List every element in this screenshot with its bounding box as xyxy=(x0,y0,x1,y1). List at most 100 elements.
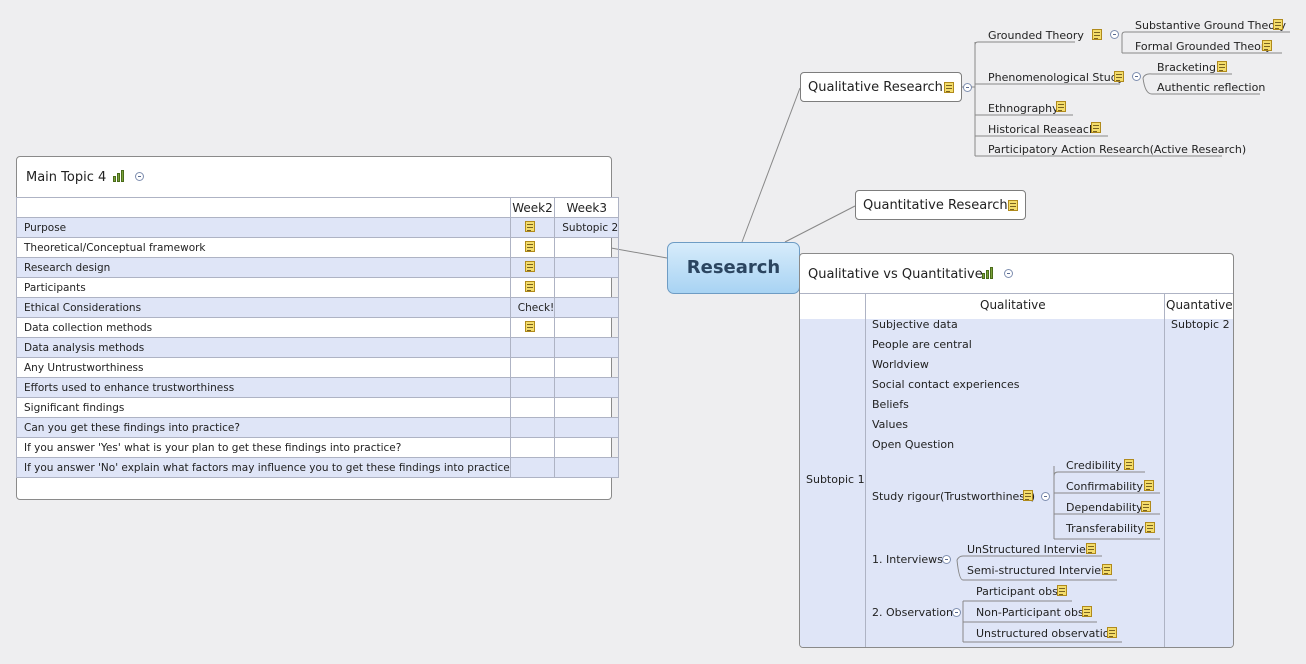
topic-qualitative-research[interactable]: Qualitative Research xyxy=(800,72,962,102)
note-icon[interactable] xyxy=(1092,29,1102,40)
branch-phenomenological-study[interactable]: Phenomenological Study xyxy=(988,71,1124,84)
row-label: Data collection methods xyxy=(16,317,511,338)
week3-cell[interactable] xyxy=(554,457,620,478)
chart-icon[interactable] xyxy=(982,267,996,279)
week3-cell[interactable] xyxy=(554,297,620,318)
branch-participatory-action-research[interactable]: Participatory Action Research(Active Res… xyxy=(988,143,1246,156)
branch-grounded-theory[interactable]: Grounded Theory xyxy=(988,29,1084,42)
week2-cell[interactable] xyxy=(509,457,556,478)
collapse-icon[interactable] xyxy=(963,83,972,92)
week2-cell[interactable] xyxy=(509,277,556,298)
rigour-confirmability[interactable]: Confirmability xyxy=(1066,480,1143,493)
observation-non-participant[interactable]: Non-Participant obs xyxy=(976,606,1084,619)
week2-cell[interactable]: Check! xyxy=(509,297,568,318)
note-icon[interactable] xyxy=(524,261,535,272)
week3-cell[interactable] xyxy=(554,397,620,418)
table-row[interactable]: Purpose Subtopic 2 xyxy=(16,217,620,238)
note-icon[interactable] xyxy=(1023,490,1033,501)
week2-cell[interactable] xyxy=(509,217,556,238)
week3-cell[interactable] xyxy=(554,417,620,438)
week2-cell[interactable] xyxy=(509,417,556,438)
note-icon[interactable] xyxy=(1124,459,1134,470)
table-row[interactable]: Theoretical/Conceptual framework xyxy=(16,237,620,258)
observation-participant[interactable]: Participant obs xyxy=(976,585,1058,598)
collapse-icon[interactable] xyxy=(135,172,144,181)
table-row[interactable]: Any Untrustworthiness xyxy=(16,357,620,378)
interview-unstructured[interactable]: UnStructured Interview xyxy=(967,543,1095,556)
note-icon[interactable] xyxy=(1141,501,1151,512)
note-icon[interactable] xyxy=(1145,522,1155,533)
week3-cell[interactable] xyxy=(554,277,620,298)
collapse-icon[interactable] xyxy=(1041,492,1050,501)
week2-cell[interactable] xyxy=(509,377,556,398)
row-label: Ethical Considerations xyxy=(16,297,511,318)
note-icon[interactable] xyxy=(1217,61,1227,72)
note-icon[interactable] xyxy=(1114,71,1124,82)
rigour-label[interactable]: Study rigour(Trustworthiness) xyxy=(872,490,1035,503)
note-icon[interactable] xyxy=(1082,606,1092,617)
note-icon[interactable] xyxy=(1091,122,1101,133)
observation-unstructured[interactable]: Unstructured observation xyxy=(976,627,1116,640)
table-row[interactable]: If you answer 'No' explain what factors … xyxy=(16,457,620,478)
note-icon[interactable] xyxy=(1107,627,1117,638)
note-icon[interactable] xyxy=(524,281,535,292)
rigour-transferability[interactable]: Transferability xyxy=(1066,522,1144,535)
note-icon[interactable] xyxy=(1008,200,1018,211)
week3-cell[interactable] xyxy=(554,437,620,458)
chart-icon[interactable] xyxy=(113,170,127,182)
row-label: Participants xyxy=(16,277,511,298)
branch-substantive-ground-theory[interactable]: Substantive Ground Theory xyxy=(1135,19,1286,32)
note-icon[interactable] xyxy=(1086,543,1096,554)
collapse-icon[interactable] xyxy=(1004,269,1013,278)
collapse-icon[interactable] xyxy=(1110,30,1119,39)
note-icon[interactable] xyxy=(1102,564,1112,575)
week3-cell[interactable] xyxy=(554,237,620,258)
week2-cell[interactable] xyxy=(509,317,556,338)
note-icon[interactable] xyxy=(1056,101,1066,112)
week2-cell[interactable] xyxy=(509,257,556,278)
note-icon[interactable] xyxy=(1273,19,1283,30)
table-row[interactable]: If you answer 'Yes' what is your plan to… xyxy=(16,437,620,458)
table-row[interactable]: Data collection methods xyxy=(16,317,620,338)
collapse-icon[interactable] xyxy=(952,608,961,617)
table-row[interactable]: Ethical Considerations Check! xyxy=(16,297,620,318)
note-icon[interactable] xyxy=(1057,585,1067,596)
interview-semi-structured[interactable]: Semi-structured Interview xyxy=(967,564,1110,577)
table-row[interactable]: Research design xyxy=(16,257,620,278)
branch-authentic-reflection[interactable]: Authentic reflection xyxy=(1157,81,1265,94)
week3-cell[interactable] xyxy=(554,357,620,378)
table-row[interactable]: Significant findings xyxy=(16,397,620,418)
table-row[interactable]: Participants xyxy=(16,277,620,298)
branch-bracketing[interactable]: Bracketing xyxy=(1157,61,1216,74)
observation-label[interactable]: 2. Observation xyxy=(872,606,953,619)
table-row[interactable]: Can you get these findings into practice… xyxy=(16,417,620,438)
week3-cell[interactable] xyxy=(554,257,620,278)
branch-ethnography[interactable]: Ethnography xyxy=(988,102,1059,115)
table-row[interactable]: Data analysis methods xyxy=(16,337,620,358)
branch-historical-research[interactable]: Historical Reaseach xyxy=(988,123,1096,136)
rigour-dependability[interactable]: Dependability xyxy=(1066,501,1143,514)
week2-cell[interactable] xyxy=(509,437,556,458)
collapse-icon[interactable] xyxy=(942,555,951,564)
week2-cell[interactable] xyxy=(509,397,556,418)
week2-cell[interactable] xyxy=(509,357,556,378)
week3-cell[interactable]: Subtopic 2 xyxy=(554,217,620,238)
interviews-label[interactable]: 1. Interviews xyxy=(872,553,943,566)
table-row[interactable]: Efforts used to enhance trustworthiness xyxy=(16,377,620,398)
rigour-credibility[interactable]: Credibility xyxy=(1066,459,1122,472)
note-icon[interactable] xyxy=(524,241,535,252)
note-icon[interactable] xyxy=(1262,40,1272,51)
note-icon[interactable] xyxy=(524,321,535,332)
week2-cell[interactable] xyxy=(509,337,556,358)
note-icon[interactable] xyxy=(944,82,954,93)
week2-cell[interactable] xyxy=(509,237,556,258)
week3-cell[interactable] xyxy=(554,337,620,358)
central-topic-research[interactable]: Research xyxy=(667,242,800,294)
week3-cell[interactable] xyxy=(554,317,620,338)
branch-formal-grounded-theory[interactable]: Formal Grounded Theory xyxy=(1135,40,1272,53)
note-icon[interactable] xyxy=(524,221,535,232)
topic-quantitative-research[interactable]: Quantitative Research xyxy=(855,190,1026,220)
week3-cell[interactable] xyxy=(554,377,620,398)
collapse-icon[interactable] xyxy=(1132,72,1141,81)
note-icon[interactable] xyxy=(1144,480,1154,491)
